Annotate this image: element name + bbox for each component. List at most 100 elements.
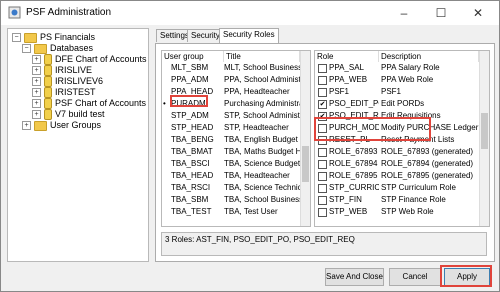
table-row[interactable]: PSF1 PSF1 bbox=[315, 87, 479, 97]
role-checkbox[interactable] bbox=[318, 172, 327, 181]
table-row[interactable]: PPA_SAL PPA Salary Role bbox=[315, 63, 479, 73]
user-group-cell: STP_ADM bbox=[171, 111, 209, 120]
cancel-button[interactable]: Cancel bbox=[389, 268, 441, 286]
table-row[interactable]: STP_HEAD STP, Headteacher bbox=[162, 123, 300, 133]
column-header-user-group[interactable]: User group bbox=[162, 51, 224, 62]
table-row[interactable]: TBA_BMAT TBA, Maths Budget Hold bbox=[162, 147, 300, 157]
expand-icon[interactable]: + bbox=[32, 77, 41, 86]
close-button[interactable]: ✕ bbox=[463, 3, 493, 23]
database-icon bbox=[44, 98, 52, 110]
maximize-button[interactable]: ☐ bbox=[426, 3, 456, 23]
client-area: − PS Financials − Databases + DFE Chart … bbox=[3, 25, 497, 289]
user-group-cell: TBA_BSCI bbox=[171, 159, 210, 168]
title-cell: TBA, Test User bbox=[224, 207, 278, 216]
title-cell: Purchasing Administrat bbox=[224, 99, 300, 108]
description-cell: STP Finance Role bbox=[381, 195, 446, 204]
description-cell: STP Web Role bbox=[381, 207, 434, 216]
role-checkbox[interactable] bbox=[318, 196, 327, 205]
scroll-thumb[interactable] bbox=[481, 113, 488, 149]
save-and-close-button[interactable]: Save And Close bbox=[325, 268, 384, 286]
user-group-cell: TBA_BENG bbox=[171, 135, 214, 144]
user-groups-grid[interactable]: User group Title MLT_SBM MLT, School Busi… bbox=[161, 50, 311, 227]
table-row[interactable]: TBA_BSCI TBA, Science Budget Hol bbox=[162, 159, 300, 169]
psf-administration-window: PSF Administration – ☐ ✕ − PS Financials… bbox=[0, 0, 500, 292]
title-cell: TBA, Maths Budget Hold bbox=[224, 147, 300, 156]
scroll-thumb[interactable] bbox=[302, 146, 309, 182]
description-cell: ROLE_67893 (generated) bbox=[381, 147, 474, 156]
title-cell: TBA, School Business M bbox=[224, 195, 300, 204]
user-group-cell: MLT_SBM bbox=[171, 63, 209, 72]
column-header-description[interactable]: Description bbox=[379, 51, 479, 62]
selected-roles-summary: 3 Roles: AST_FIN, PSO_EDIT_PO, PSO_EDIT_… bbox=[161, 232, 487, 256]
table-row[interactable]: STP_ADM STP, School Administra bbox=[162, 111, 300, 121]
role-checkbox[interactable] bbox=[318, 208, 327, 217]
description-cell: ROLE_67894 (generated) bbox=[381, 159, 474, 168]
database-icon bbox=[44, 54, 52, 66]
user-group-cell: TBA_SBM bbox=[171, 195, 209, 204]
title-cell: TBA, English Budget Hol bbox=[224, 135, 300, 144]
role-cell: PSO_EDIT_PO bbox=[329, 99, 379, 108]
column-header-role[interactable]: Role bbox=[315, 51, 379, 62]
title-bar: PSF Administration – ☐ ✕ bbox=[1, 1, 499, 25]
tree-label-db: IRISLIVE bbox=[55, 65, 93, 75]
tree-label-db: IRISTEST bbox=[55, 87, 96, 97]
table-row[interactable]: TBA_RSCI TBA, Science Technicia bbox=[162, 183, 300, 193]
role-cell: ROLE_67893 bbox=[329, 147, 378, 156]
folder-icon bbox=[34, 43, 47, 54]
user-group-cell: TBA_RSCI bbox=[171, 183, 211, 192]
collapse-icon[interactable]: − bbox=[22, 44, 31, 53]
expand-icon[interactable]: + bbox=[32, 110, 41, 119]
table-row[interactable]: STP_WEB STP Web Role bbox=[315, 207, 479, 217]
table-row[interactable]: TBA_SBM TBA, School Business M bbox=[162, 195, 300, 205]
role-checkbox[interactable] bbox=[318, 64, 327, 73]
table-row[interactable]: TBA_BENG TBA, English Budget Hol bbox=[162, 135, 300, 145]
table-row[interactable]: MLT_SBM MLT, School Business M bbox=[162, 63, 300, 73]
role-cell: STP_WEB bbox=[329, 207, 368, 216]
tab-security-roles[interactable]: Security Roles bbox=[219, 28, 279, 43]
role-checkbox[interactable] bbox=[318, 76, 327, 85]
table-row[interactable]: STP_CURRIC STP Curriculum Role bbox=[315, 183, 479, 193]
description-cell: STP Curriculum Role bbox=[381, 183, 456, 192]
description-cell: PSF1 bbox=[381, 87, 402, 96]
roles-scrollbar[interactable] bbox=[479, 51, 489, 226]
tree-label-db: DFE Chart of Accounts bbox=[55, 54, 147, 64]
title-cell: PPA, School Administra bbox=[224, 75, 300, 84]
role-cell: PSF1 bbox=[329, 87, 350, 96]
table-row[interactable]: ✔PSO_EDIT_POEdit PORDs bbox=[315, 99, 479, 109]
role-checkbox[interactable] bbox=[318, 88, 327, 97]
table-row[interactable]: ROLE_67894 ROLE_67894 (generated) bbox=[315, 159, 479, 169]
database-icon bbox=[44, 87, 52, 99]
collapse-icon[interactable]: − bbox=[12, 33, 21, 42]
expand-icon[interactable]: + bbox=[22, 121, 31, 130]
table-row[interactable]: PPA_WEB PPA Web Role bbox=[315, 75, 479, 85]
table-row[interactable]: PPA_ADM PPA, School Administra bbox=[162, 75, 300, 85]
table-row[interactable]: TBA_TEST TBA, Test User bbox=[162, 207, 300, 217]
role-checkbox[interactable] bbox=[318, 184, 327, 193]
highlight-apply bbox=[440, 265, 492, 287]
role-checkbox[interactable] bbox=[318, 160, 327, 169]
database-icon bbox=[44, 65, 52, 77]
column-header-title[interactable]: Title bbox=[224, 51, 300, 62]
table-row[interactable]: ROLE_67895 ROLE_67895 (generated) bbox=[315, 171, 479, 181]
expand-icon[interactable]: + bbox=[32, 55, 41, 64]
expand-icon[interactable]: + bbox=[32, 88, 41, 97]
table-row[interactable]: TBA_HEAD TBA, Headteacher bbox=[162, 171, 300, 181]
role-cell: STP_FIN bbox=[329, 195, 362, 204]
role-checkbox[interactable] bbox=[318, 148, 327, 157]
database-tree[interactable]: − PS Financials − Databases + DFE Chart … bbox=[7, 28, 149, 262]
expand-icon[interactable]: + bbox=[32, 99, 41, 108]
description-cell: Edit PORDs bbox=[381, 99, 425, 108]
table-row[interactable]: ROLE_67893 ROLE_67893 (generated) bbox=[315, 147, 479, 157]
title-cell: TBA, Science Budget Hol bbox=[224, 159, 300, 168]
user-groups-scrollbar[interactable] bbox=[300, 51, 310, 226]
database-icon bbox=[44, 109, 52, 121]
table-row[interactable]: STP_FIN STP Finance Role bbox=[315, 195, 479, 205]
user-group-cell: PPA_ADM bbox=[171, 75, 209, 84]
expand-icon[interactable]: + bbox=[32, 66, 41, 75]
title-cell: TBA, Headteacher bbox=[224, 171, 290, 180]
title-cell: STP, Headteacher bbox=[224, 123, 289, 132]
title-cell: TBA, Science Technicia bbox=[224, 183, 300, 192]
role-checkbox[interactable]: ✔ bbox=[318, 100, 327, 109]
user-group-cell: STP_HEAD bbox=[171, 123, 214, 132]
minimize-button[interactable]: – bbox=[389, 3, 419, 23]
